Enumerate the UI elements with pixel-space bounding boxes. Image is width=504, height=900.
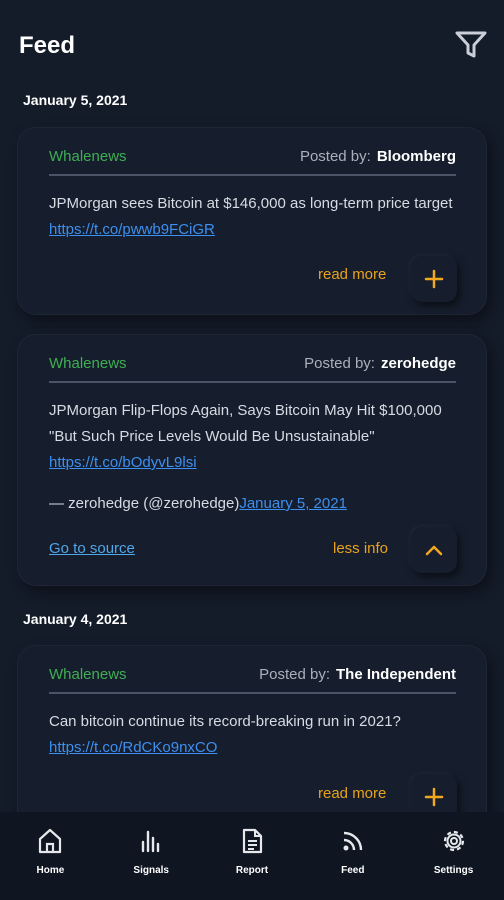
nav-label: Feed bbox=[341, 865, 365, 876]
signals-icon bbox=[136, 826, 166, 856]
source-label: Whalenews bbox=[49, 666, 127, 683]
news-link[interactable]: https://t.co/RdCKo9nxCO bbox=[49, 739, 217, 756]
plus-icon bbox=[424, 787, 444, 807]
less-info-link[interactable]: less info bbox=[333, 540, 388, 557]
go-to-source-link[interactable]: Go to source bbox=[49, 540, 135, 557]
bottom-navigation: Home Signals Report Feed Settings bbox=[0, 812, 504, 900]
news-text: JPMorgan Flip-Flops Again, Says Bitcoin … bbox=[49, 398, 456, 476]
news-text: JPMorgan sees Bitcoin at $146,000 as lon… bbox=[49, 191, 456, 243]
chevron-up-icon bbox=[425, 545, 443, 556]
feed-icon bbox=[338, 826, 368, 856]
posted-by: Posted by: Bloomberg bbox=[300, 148, 456, 165]
nav-label: Settings bbox=[433, 865, 474, 876]
news-card: Whalenews Posted by: zerohedge JPMorgan F… bbox=[18, 335, 486, 585]
posted-label: Posted by: bbox=[259, 666, 330, 683]
read-more-link[interactable]: read more bbox=[318, 785, 386, 802]
quote-date-link[interactable]: January 5, 2021 bbox=[239, 495, 347, 512]
expand-button[interactable] bbox=[411, 256, 457, 302]
nav-feed[interactable]: Feed bbox=[302, 812, 403, 900]
filter-button[interactable] bbox=[454, 28, 488, 62]
posted-by: Posted by: zerohedge bbox=[304, 355, 456, 372]
date-heading: January 5, 2021 bbox=[23, 92, 128, 108]
author-name: zerohedge bbox=[380, 355, 456, 372]
posted-by: Posted by: The Independent bbox=[259, 666, 456, 683]
settings-icon bbox=[439, 826, 469, 856]
card-header: Whalenews Posted by: The Independent bbox=[49, 666, 456, 694]
collapse-button[interactable] bbox=[411, 527, 457, 573]
news-text: Can bitcoin continue its record-breaking… bbox=[49, 709, 456, 761]
nav-home[interactable]: Home bbox=[0, 812, 101, 900]
nav-label: Report bbox=[235, 865, 269, 876]
quote-line: — zerohedge (@zerohedge)January 5, 2021 bbox=[49, 491, 456, 517]
nav-signals[interactable]: Signals bbox=[101, 812, 202, 900]
card-header: Whalenews Posted by: zerohedge bbox=[49, 355, 456, 383]
quote-author: — zerohedge (@zerohedge) bbox=[49, 495, 240, 512]
app-header: Feed bbox=[0, 0, 504, 90]
author-name: Bloomberg bbox=[376, 148, 456, 165]
read-more-link[interactable]: read more bbox=[318, 266, 386, 283]
page-title: Feed bbox=[19, 32, 76, 59]
news-card: Whalenews Posted by: The Independent Can … bbox=[18, 646, 486, 832]
date-heading: January 4, 2021 bbox=[23, 611, 128, 627]
home-icon bbox=[35, 826, 65, 856]
filter-icon bbox=[455, 31, 487, 58]
news-headline: JPMorgan sees Bitcoin at $146,000 as lon… bbox=[49, 195, 453, 212]
report-icon bbox=[237, 826, 267, 856]
author-name: The Independent bbox=[336, 666, 456, 683]
news-card: Whalenews Posted by: Bloomberg JPMorgan s… bbox=[18, 128, 486, 314]
plus-icon bbox=[424, 269, 444, 289]
source-label: Whalenews bbox=[49, 148, 127, 165]
nav-report[interactable]: Report bbox=[202, 812, 303, 900]
card-header: Whalenews Posted by: Bloomberg bbox=[49, 148, 456, 176]
nav-settings[interactable]: Settings bbox=[403, 812, 504, 900]
nav-label: Home bbox=[36, 865, 65, 876]
news-link[interactable]: https://t.co/pwwb9FCiGR bbox=[49, 221, 215, 238]
posted-label: Posted by: bbox=[299, 148, 371, 165]
news-headline: Can bitcoin continue its record-breaking… bbox=[49, 713, 401, 730]
posted-label: Posted by: bbox=[304, 355, 375, 372]
source-label: Whalenews bbox=[49, 355, 127, 372]
news-link[interactable]: https://t.co/bOdyvL9lsi bbox=[49, 454, 197, 471]
news-headline: JPMorgan Flip-Flops Again, Says Bitcoin … bbox=[49, 402, 442, 445]
nav-label: Signals bbox=[133, 865, 169, 876]
